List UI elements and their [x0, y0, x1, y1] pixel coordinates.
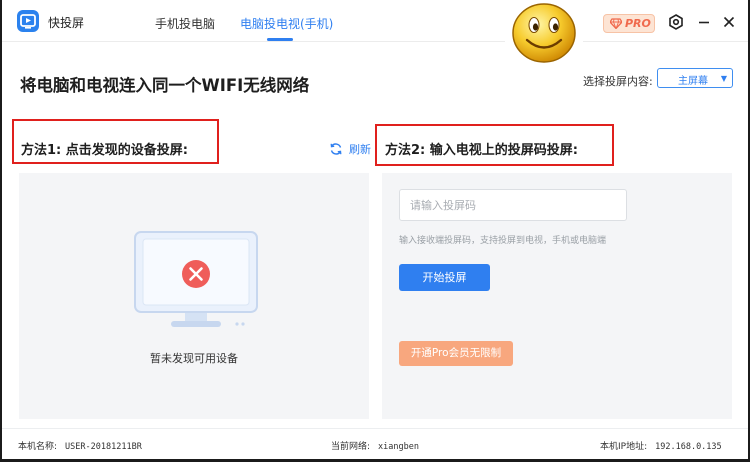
cast-code-hint: 输入接收端投屏码，支持投屏到电视，手机或电脑端 — [399, 236, 607, 246]
page-headline: 将电脑和电视连入同一个WIFI无线网络 — [20, 76, 310, 95]
method2-title: 方法2: 输入电视上的投屏码投屏: — [385, 143, 578, 158]
app-logo-icon — [17, 10, 39, 32]
monitor-no-device-icon — [134, 231, 258, 327]
status-bar: 本机名称: USER-20181211BR 当前网络: xiangben 本机IP地… — [2, 428, 748, 459]
tab-phone-to-pc[interactable]: 手机投电脑 — [155, 15, 215, 32]
active-tab-indicator — [267, 38, 293, 41]
cast-content-label: 选择投屏内容: — [583, 75, 653, 88]
method1-title: 方法1: 点击发现的设备投屏: — [21, 143, 188, 158]
ip-value: 192.168.0.135 — [655, 442, 722, 452]
caret-down-icon: ▼ — [720, 74, 727, 83]
pro-badge[interactable]: PRO — [603, 14, 655, 33]
hostname-value: USER-20181211BR — [65, 442, 142, 452]
ip-label: 本机IP地址: — [600, 442, 648, 452]
pro-badge-label: PRO — [625, 17, 651, 30]
start-cast-button[interactable]: 开始投屏 — [399, 264, 490, 291]
title-bar: 快投屏 手机投电脑 电脑投电视(手机) PRO — [2, 0, 748, 42]
minimize-icon[interactable] — [695, 13, 713, 31]
settings-gear-icon[interactable] — [667, 13, 685, 31]
refresh-label: 刷新 — [349, 143, 371, 156]
smiley-emoji-icon — [505, 0, 583, 66]
hostname-status: 本机名称: USER-20181211BR — [18, 439, 142, 452]
ip-status: 本机IP地址: 192.168.0.135 — [600, 439, 722, 452]
network-label: 当前网络: — [331, 442, 371, 452]
cast-content-select[interactable]: 主屏幕 ▼ — [657, 68, 733, 88]
network-value: xiangben — [378, 442, 419, 452]
refresh-icon — [330, 143, 342, 155]
method1-highlight-box: 方法1: 点击发现的设备投屏: — [12, 119, 219, 164]
app-window: 快投屏 手机投电脑 电脑投电视(手机) PRO 将电脑和电视连入同一个WIFI无… — [2, 0, 748, 459]
cast-code-panel: 输入接收端投屏码，支持投屏到电视，手机或电脑端 开始投屏 开通Pro会员无限制 — [382, 173, 732, 419]
cast-code-input[interactable] — [399, 189, 627, 221]
network-status: 当前网络: xiangben — [331, 439, 419, 452]
hostname-label: 本机名称: — [18, 442, 58, 452]
method2-highlight-box: 方法2: 输入电视上的投屏码投屏: — [375, 124, 614, 166]
cast-content-value: 主屏幕 — [678, 76, 708, 87]
no-device-message: 暂未发现可用设备 — [150, 352, 238, 365]
close-icon[interactable] — [720, 13, 738, 31]
app-name: 快投屏 — [48, 16, 85, 30]
device-list-panel: 暂未发现可用设备 — [19, 173, 369, 419]
tab-pc-to-tv[interactable]: 电脑投电视(手机) — [240, 15, 333, 32]
upgrade-pro-button[interactable]: 开通Pro会员无限制 — [399, 341, 513, 366]
diamond-icon — [610, 18, 622, 29]
